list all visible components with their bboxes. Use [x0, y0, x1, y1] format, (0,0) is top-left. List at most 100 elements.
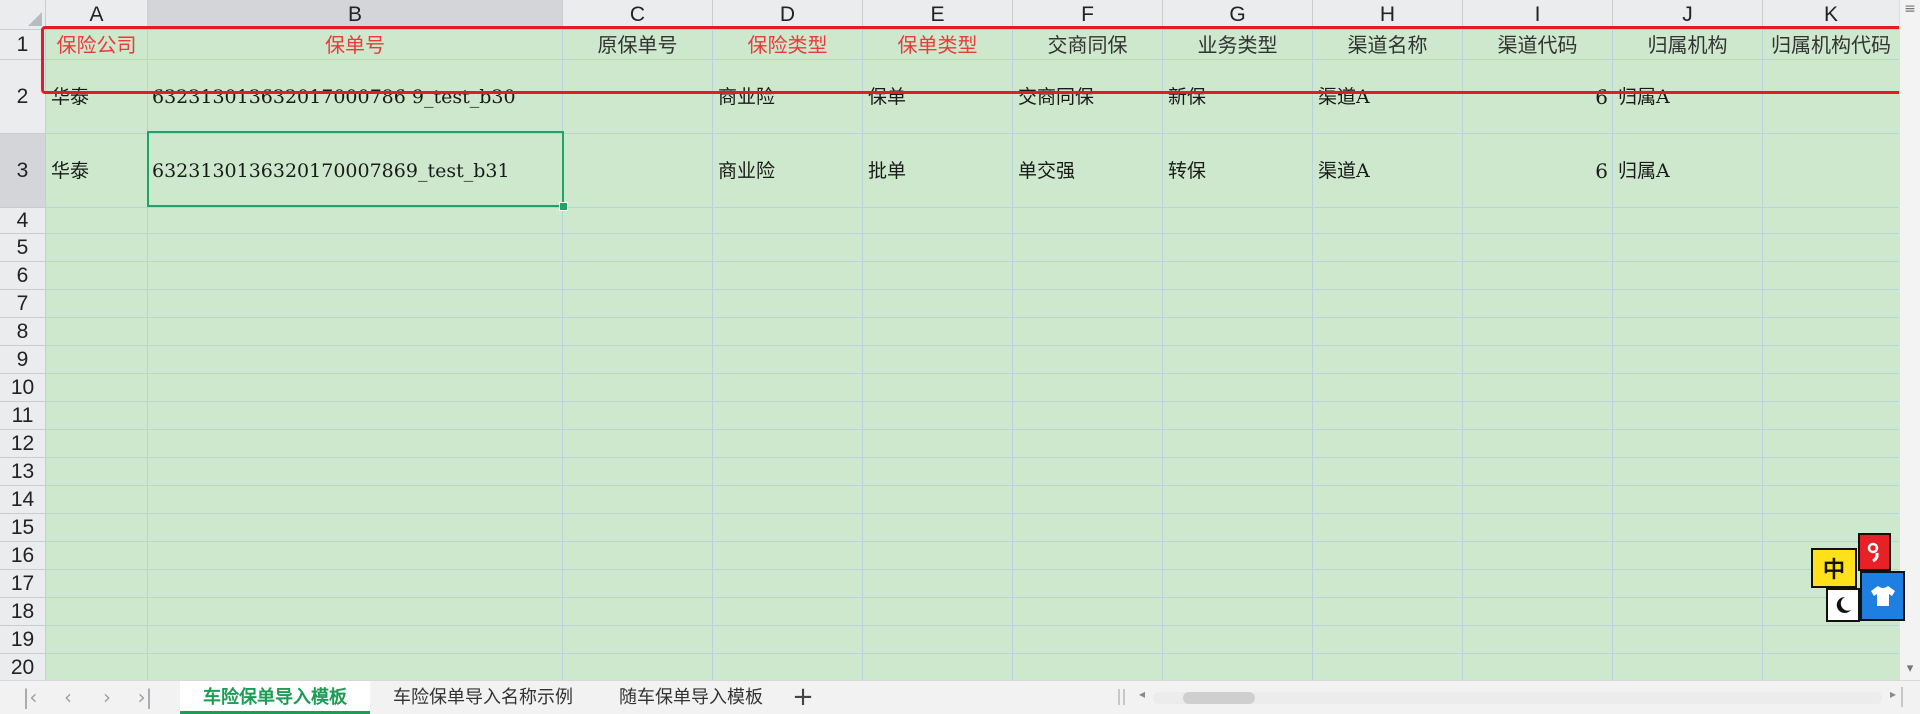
empty-cell[interactable] [1763, 208, 1900, 234]
empty-cell[interactable] [863, 346, 1013, 374]
ime-punctuation-icon[interactable] [1858, 533, 1891, 571]
empty-cell[interactable] [46, 208, 148, 234]
empty-cell[interactable] [563, 346, 713, 374]
empty-cell[interactable] [713, 598, 863, 626]
empty-cell[interactable] [863, 208, 1013, 234]
empty-cell[interactable] [563, 430, 713, 458]
row-header[interactable]: 15 [0, 514, 46, 542]
sheet-tab-accompany[interactable]: 随车保单导入模板 [600, 681, 782, 714]
empty-cell[interactable] [1013, 542, 1163, 570]
empty-cell[interactable] [1763, 374, 1900, 402]
empty-cell[interactable] [1463, 346, 1613, 374]
empty-cell[interactable] [148, 598, 563, 626]
empty-cell[interactable] [1163, 346, 1313, 374]
data-cell[interactable] [563, 134, 713, 208]
empty-cell[interactable] [1613, 654, 1763, 680]
empty-cell[interactable] [46, 654, 148, 680]
empty-cell[interactable] [1163, 290, 1313, 318]
empty-cell[interactable] [1163, 318, 1313, 346]
empty-cell[interactable] [1613, 514, 1763, 542]
empty-cell[interactable] [563, 570, 713, 598]
empty-cell[interactable] [148, 514, 563, 542]
empty-cell[interactable] [713, 654, 863, 680]
empty-cell[interactable] [863, 570, 1013, 598]
empty-cell[interactable] [1613, 402, 1763, 430]
empty-cell[interactable] [1313, 514, 1463, 542]
empty-cell[interactable] [148, 570, 563, 598]
empty-cell[interactable] [1013, 402, 1163, 430]
sheet-tab-active[interactable]: 车险保单导入模板 [180, 681, 370, 714]
empty-cell[interactable] [1163, 514, 1313, 542]
empty-cell[interactable] [563, 626, 713, 654]
scroll-up-icon[interactable]: ≡ [1900, 0, 1920, 20]
row-header[interactable]: 4 [0, 208, 46, 234]
resize-grip[interactable] [1901, 687, 1903, 707]
empty-cell[interactable] [1313, 458, 1463, 486]
empty-cell[interactable] [863, 626, 1013, 654]
empty-cell[interactable] [1763, 626, 1900, 654]
empty-cell[interactable] [1313, 430, 1463, 458]
empty-cell[interactable] [1313, 346, 1463, 374]
empty-cell[interactable] [1013, 234, 1163, 262]
empty-cell[interactable] [46, 458, 148, 486]
empty-cell[interactable] [46, 430, 148, 458]
empty-cell[interactable] [1313, 262, 1463, 290]
fill-handle[interactable] [559, 202, 568, 211]
empty-cell[interactable] [1763, 346, 1900, 374]
empty-cell[interactable] [1763, 458, 1900, 486]
empty-cell[interactable] [46, 542, 148, 570]
empty-cell[interactable] [1013, 654, 1163, 680]
scroll-track[interactable] [1153, 692, 1882, 704]
empty-cell[interactable] [863, 402, 1013, 430]
row-header[interactable]: 11 [0, 402, 46, 430]
empty-cell[interactable] [46, 626, 148, 654]
row-header[interactable]: 9 [0, 346, 46, 374]
last-sheet-icon[interactable]: ›| [131, 685, 159, 709]
empty-cell[interactable] [1313, 598, 1463, 626]
data-cell[interactable]: 商业险 [713, 134, 863, 208]
empty-cell[interactable] [46, 514, 148, 542]
empty-cell[interactable] [863, 430, 1013, 458]
empty-cell[interactable] [1613, 570, 1763, 598]
tab-splitter[interactable] [1118, 689, 1120, 705]
empty-cell[interactable] [713, 458, 863, 486]
empty-cell[interactable] [1163, 208, 1313, 234]
empty-cell[interactable] [713, 514, 863, 542]
data-cell[interactable]: 批单 [863, 134, 1013, 208]
empty-cell[interactable] [148, 402, 563, 430]
empty-cell[interactable] [1463, 654, 1613, 680]
empty-cell[interactable] [1013, 374, 1163, 402]
empty-cell[interactable] [1763, 262, 1900, 290]
empty-cell[interactable] [563, 234, 713, 262]
empty-cell[interactable] [1163, 542, 1313, 570]
empty-cell[interactable] [148, 486, 563, 514]
empty-cell[interactable] [863, 542, 1013, 570]
empty-cell[interactable] [1613, 458, 1763, 486]
empty-cell[interactable] [713, 318, 863, 346]
empty-cell[interactable] [1313, 626, 1463, 654]
spreadsheet-grid[interactable]: A B C D E F G H I J K 1 保险公司 保单号 原保单号 保险类型 保单类型 交商同保 业务类型渠… [0, 0, 1900, 680]
empty-cell[interactable] [1163, 374, 1313, 402]
select-all-corner[interactable] [0, 0, 46, 30]
empty-cell[interactable] [863, 290, 1013, 318]
empty-cell[interactable] [563, 458, 713, 486]
empty-cell[interactable] [1013, 458, 1163, 486]
empty-cell[interactable] [1613, 542, 1763, 570]
empty-cell[interactable] [563, 290, 713, 318]
empty-cell[interactable] [148, 346, 563, 374]
empty-cell[interactable] [563, 598, 713, 626]
empty-cell[interactable] [863, 234, 1013, 262]
empty-cell[interactable] [713, 626, 863, 654]
ime-toolbar[interactable]: 中 [1810, 533, 1905, 625]
ime-shirt-icon[interactable] [1860, 571, 1905, 621]
empty-cell[interactable] [46, 290, 148, 318]
empty-cell[interactable] [1613, 262, 1763, 290]
empty-cell[interactable] [1613, 208, 1763, 234]
empty-cell[interactable] [863, 374, 1013, 402]
empty-cell[interactable] [148, 542, 563, 570]
empty-cell[interactable] [863, 598, 1013, 626]
empty-cell[interactable] [1013, 598, 1163, 626]
empty-cell[interactable] [1163, 626, 1313, 654]
empty-cell[interactable] [713, 430, 863, 458]
empty-cell[interactable] [1463, 486, 1613, 514]
